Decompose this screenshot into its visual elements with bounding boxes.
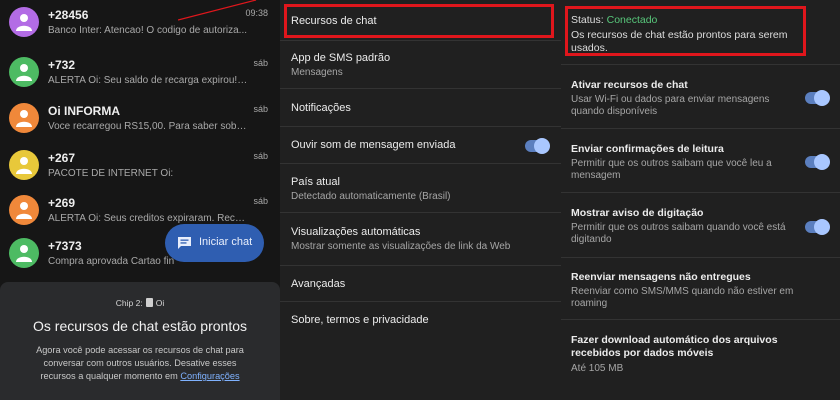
setting-automatic-previews[interactable]: Visualizações automáticas Mostrar soment… [280, 213, 561, 266]
highlight-box-status [565, 6, 806, 56]
avatar [9, 57, 39, 87]
person-icon [16, 14, 32, 31]
conversation-time: sáb [253, 104, 268, 114]
annotation-arrow [178, 0, 257, 21]
enable-chat-toggle[interactable] [805, 90, 830, 106]
avatar [9, 103, 39, 133]
typing-indicator-toggle[interactable] [805, 219, 830, 235]
conversation-time: sáb [253, 196, 268, 206]
chip-label-carrier: Oi [155, 298, 165, 308]
person-icon [16, 110, 32, 127]
option-title: Enviar confirmações de leitura [571, 143, 724, 155]
setting-title: App de SMS padrão [291, 52, 391, 64]
conversation-item[interactable]: +732 ALERTA Oi: Seu saldo de recarga exp… [0, 50, 280, 96]
setting-subtitle: Detectado automaticamente (Brasil) [291, 191, 451, 202]
setting-title: Notificações [291, 102, 351, 114]
option-description: Reenviar como SMS/MMS quando não estiver… [571, 286, 794, 309]
setting-about[interactable]: Sobre, termos e privacidade [280, 302, 561, 340]
conversation-list-panel: +28456 Banco Inter: Atencao! O codigo de… [0, 0, 280, 400]
option-title: Reenviar mensagens não entregues [571, 271, 751, 283]
conversation-item[interactable]: +267 PACOTE DE INTERNET Oi: sáb [0, 143, 280, 189]
setting-default-sms-app[interactable]: App de SMS padrão Mensagens [280, 41, 561, 89]
conversation-preview: Banco Inter: Atencao! O codigo de autori… [48, 25, 248, 36]
conversation-name: +732 [48, 58, 76, 72]
setting-title: Avançadas [291, 278, 346, 290]
start-chat-button[interactable]: Iniciar chat [165, 224, 264, 262]
option-auto-download[interactable]: Fazer download automático dos arquivos r… [561, 320, 840, 400]
chat-ready-card: Chip 2: Oi Os recursos de chat estão pron… [0, 282, 280, 400]
option-description: Usar Wi-Fi ou dados para enviar mensagen… [571, 94, 770, 117]
conversation-name: +269 [48, 196, 76, 210]
avatar [9, 238, 39, 268]
option-read-receipts[interactable]: Enviar confirmações de leitura Permitir … [561, 129, 840, 193]
setting-subtitle: Mensagens [291, 67, 343, 78]
sent-sound-toggle[interactable] [525, 138, 550, 154]
setting-current-country[interactable]: País atual Detectado automaticamente (Br… [280, 164, 561, 213]
option-title: Ativar recursos de chat [571, 79, 688, 91]
option-enable-chat-features[interactable]: Ativar recursos de chat Usar Wi-Fi ou da… [561, 65, 840, 129]
card-title: Os recursos de chat estão prontos [33, 318, 247, 334]
person-icon [16, 157, 32, 174]
setting-subtitle: Mostrar somente as visualizações de link… [291, 241, 511, 252]
conversation-time: sáb [253, 58, 268, 68]
sim-card-icon [145, 298, 153, 307]
card-body: Agora você pode acessar os recursos de c… [30, 344, 250, 383]
option-title: Mostrar aviso de digitação [571, 207, 704, 219]
person-icon [16, 64, 32, 81]
conversation-item[interactable]: Oi INFORMA Voce recarregou RS15,00. Para… [0, 96, 280, 142]
settings-link[interactable]: Configurações [180, 371, 239, 381]
conversation-preview: PACOTE DE INTERNET Oi: [48, 168, 174, 179]
highlight-box-chat-features [284, 4, 554, 38]
setting-advanced[interactable]: Avançadas [280, 266, 561, 302]
conversation-time: sáb [253, 151, 268, 161]
option-title: Fazer download automático dos arquivos r… [571, 334, 778, 359]
setting-title: País atual [291, 176, 340, 188]
conversation-preview: ALERTA Oi: Seu saldo de recarga expirou!… [48, 75, 248, 86]
chip-label-prefix: Chip 2: [115, 298, 143, 308]
option-description: Até 105 MB [571, 363, 624, 374]
conversation-name: Oi INFORMA [48, 104, 120, 118]
setting-title: Visualizações automáticas [291, 226, 421, 238]
setting-title: Ouvir som de mensagem enviada [291, 139, 456, 151]
option-resend-undelivered[interactable]: Reenviar mensagens não entregues Reenvia… [561, 258, 840, 320]
settings-panel: Recursos de chat App de SMS padrão Mensa… [280, 0, 561, 400]
conversation-name: +7373 [48, 239, 82, 253]
person-icon [16, 202, 32, 219]
avatar [9, 195, 39, 225]
conversation-name: +267 [48, 151, 76, 165]
conversation-name: +28456 [48, 8, 89, 22]
chat-bubble-icon [178, 237, 191, 249]
chat-features-panel: Status: Conectado Os recursos de chat es… [561, 0, 840, 400]
conversation-preview: Voce recarregou RS15,00. Para saber sobr… [48, 121, 248, 132]
avatar [9, 7, 39, 37]
option-description: Permitir que os outros saibam que você l… [571, 158, 772, 181]
setting-notifications[interactable]: Notificações [280, 89, 561, 127]
start-chat-label: Iniciar chat [199, 236, 253, 248]
setting-sent-message-sound[interactable]: Ouvir som de mensagem enviada [280, 127, 561, 164]
read-receipts-toggle[interactable] [805, 154, 830, 170]
person-icon [16, 245, 32, 262]
setting-title: Sobre, termos e privacidade [291, 314, 429, 326]
conversation-preview: ALERTA Oi: Seus creditos expiraram. Reca… [48, 213, 248, 224]
option-description: Permitir que os outros saibam quando voc… [571, 222, 786, 245]
chip-label: Chip 2: Oi [0, 298, 280, 308]
option-typing-indicator[interactable]: Mostrar aviso de digitação Permitir que … [561, 193, 840, 258]
avatar [9, 150, 39, 180]
